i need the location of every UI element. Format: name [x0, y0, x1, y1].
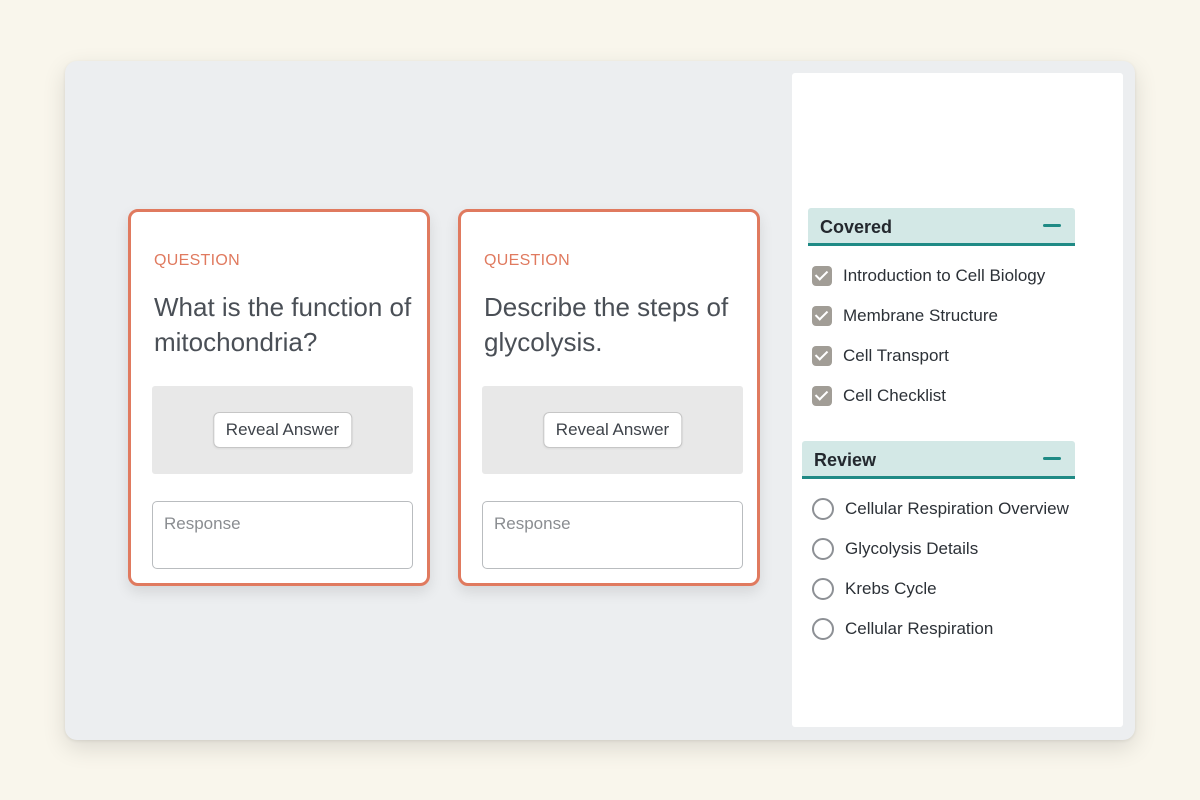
reveal-answer-button[interactable]: Reveal Answer: [212, 412, 353, 448]
review-item[interactable]: Cellular Respiration: [812, 617, 993, 641]
review-item-label: Krebs Cycle: [845, 579, 937, 598]
question-card-1: QUESTION What is the function of mitocho…: [128, 209, 430, 586]
review-item-label: Cellular Respiration: [845, 619, 994, 638]
radio-empty-icon[interactable]: [812, 538, 834, 560]
review-section-title: Review: [814, 450, 877, 470]
radio-empty-icon[interactable]: [812, 618, 834, 640]
review-item[interactable]: Krebs Cycle: [812, 577, 937, 601]
checkbox-checked-icon[interactable]: [812, 346, 832, 366]
covered-item[interactable]: Introduction to Cell Biology: [812, 264, 1045, 288]
minus-icon[interactable]: [1043, 457, 1061, 460]
checkbox-checked-icon[interactable]: [812, 266, 832, 286]
covered-item-label: Cell Transport: [843, 346, 949, 365]
review-item-label: Glycolysis Details: [845, 539, 979, 558]
response-input[interactable]: [152, 501, 413, 569]
review-item[interactable]: Cellular Respiration Overview: [812, 497, 1069, 521]
question-text: Describe the steps of glycolysis.: [484, 292, 729, 357]
topic-sidebar: Covered Introduction to Cell Biology Mem…: [792, 73, 1123, 727]
response-input[interactable]: [482, 501, 743, 569]
reveal-answer-button[interactable]: Reveal Answer: [542, 412, 683, 448]
question-label: QUESTION: [154, 252, 240, 269]
question-card-2: QUESTION Describe the steps of glycolysi…: [458, 209, 760, 586]
covered-item-label: Membrane Structure: [843, 306, 998, 325]
minus-icon[interactable]: [1043, 224, 1061, 227]
covered-item[interactable]: Cell Checklist: [812, 384, 946, 408]
covered-item[interactable]: Cell Transport: [812, 344, 949, 368]
answer-area: Reveal Answer: [482, 386, 743, 474]
answer-area: Reveal Answer: [152, 386, 413, 474]
covered-section-title: Covered: [820, 217, 893, 237]
checkbox-checked-icon[interactable]: [812, 306, 832, 326]
radio-empty-icon[interactable]: [812, 498, 834, 520]
app-window: QUESTION What is the function of mitocho…: [65, 61, 1135, 740]
covered-item-label: Introduction to Cell Biology: [843, 266, 1046, 285]
checkbox-checked-icon[interactable]: [812, 386, 832, 406]
covered-item[interactable]: Membrane Structure: [812, 304, 998, 328]
radio-empty-icon[interactable]: [812, 578, 834, 600]
review-section-header[interactable]: Review: [802, 441, 1075, 479]
review-item[interactable]: Glycolysis Details: [812, 537, 978, 561]
question-text: What is the function of mitochondria?: [154, 292, 412, 357]
covered-section-header[interactable]: Covered: [808, 208, 1075, 246]
question-label: QUESTION: [484, 252, 570, 269]
review-item-label: Cellular Respiration Overview: [845, 499, 1069, 518]
covered-item-label: Cell Checklist: [843, 386, 946, 405]
